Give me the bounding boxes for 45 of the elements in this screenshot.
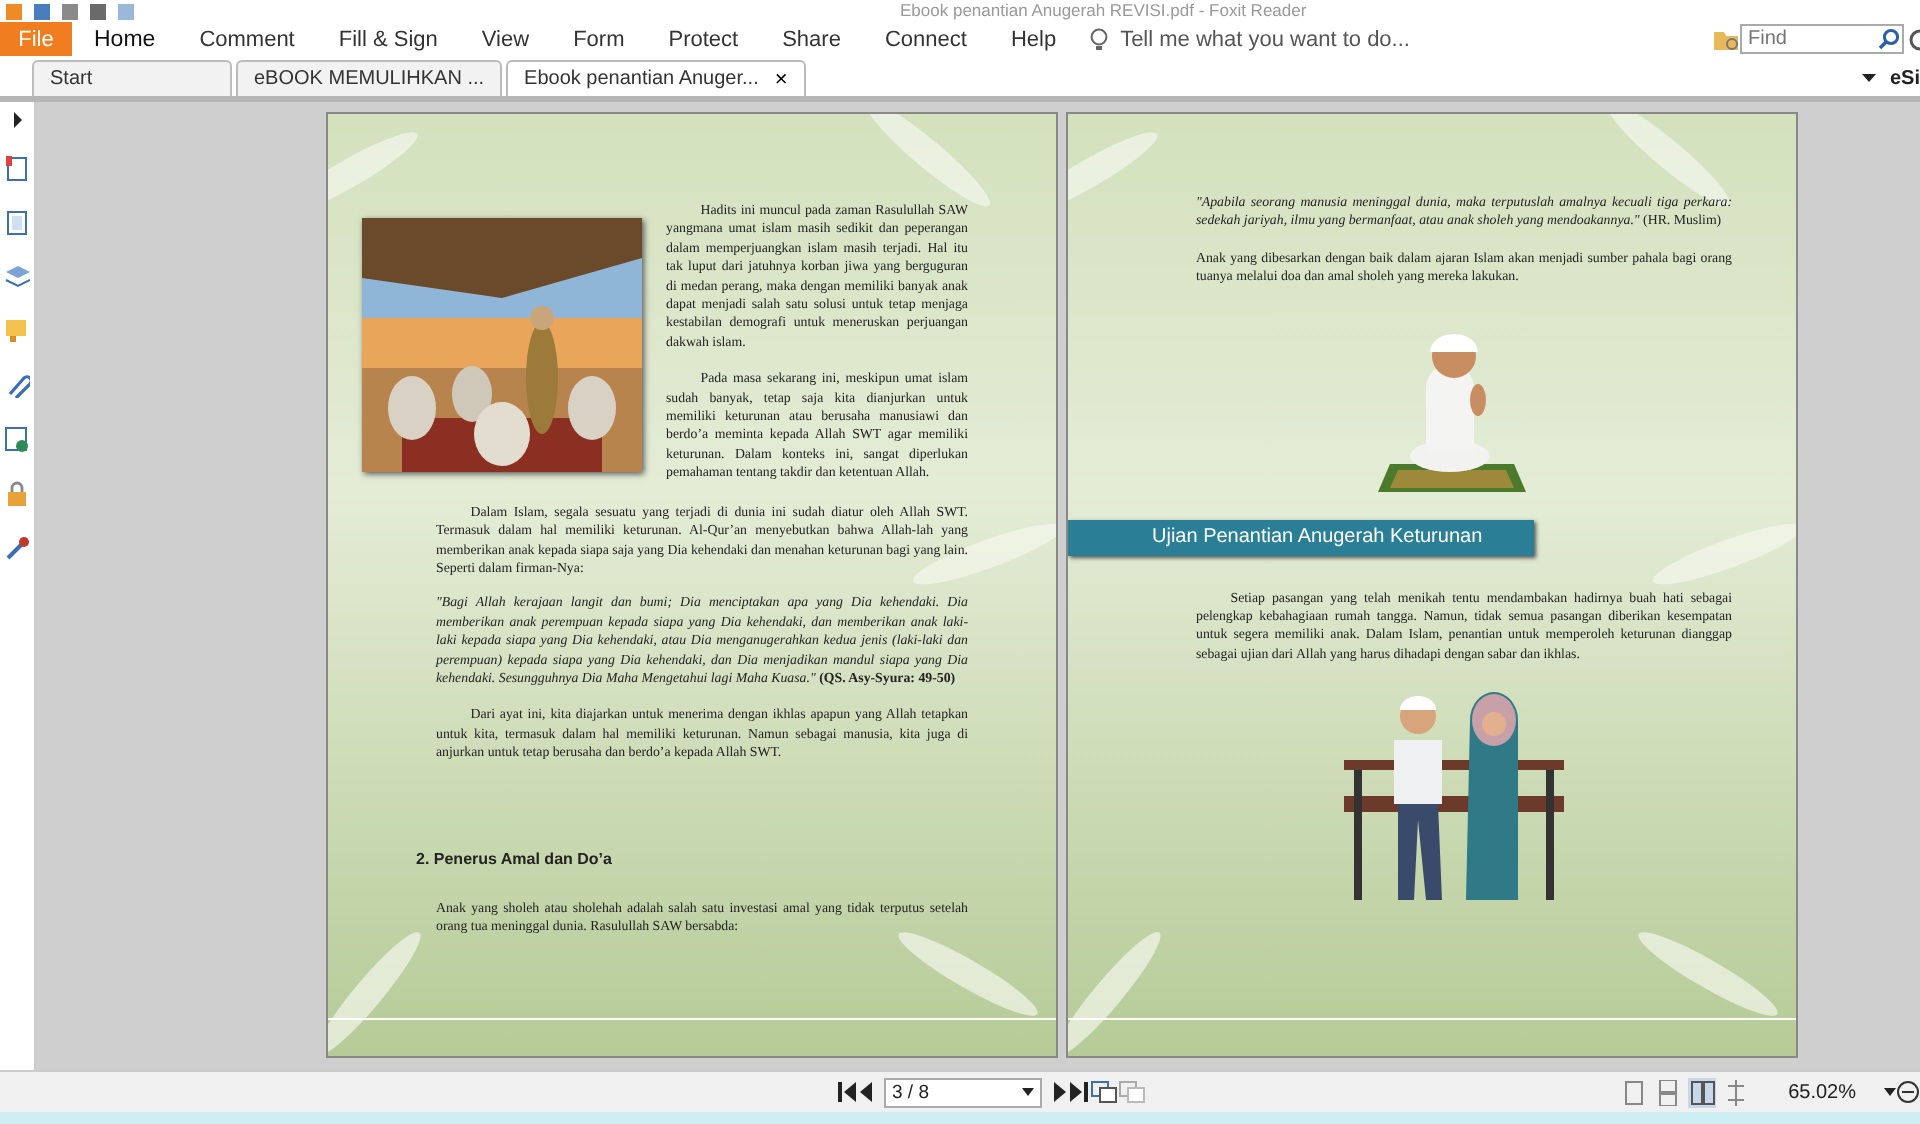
ribbon-tab[interactable]: Form xyxy=(551,22,647,56)
last-page-icon[interactable] xyxy=(1068,1082,1090,1102)
ribbon-tab[interactable]: Help xyxy=(988,22,1079,56)
ribbon-tab[interactable]: View xyxy=(459,22,552,56)
view-mode-button[interactable] xyxy=(1688,1077,1717,1107)
dropdown-icon[interactable] xyxy=(1861,72,1878,84)
section-heading: 2. Penerus Amal dan Do’a xyxy=(416,849,614,868)
next-page-icon[interactable] xyxy=(1050,1082,1068,1102)
settings-icon[interactable] xyxy=(1908,27,1920,51)
bookmark-icon[interactable] xyxy=(4,156,30,182)
view-mode-button[interactable] xyxy=(1654,1077,1683,1107)
ribbon-tab[interactable]: Share xyxy=(760,22,863,56)
tell-me-field[interactable]: Tell me what you want to do... xyxy=(1120,27,1410,51)
zoom-level[interactable]: 65.02% xyxy=(1788,1081,1856,1103)
ribbon-tab[interactable]: Connect xyxy=(862,22,989,56)
document-tab[interactable]: Start xyxy=(32,60,232,96)
tools-icon[interactable] xyxy=(4,534,30,560)
lightbulb-icon xyxy=(1090,27,1109,51)
expand-icon[interactable] xyxy=(11,112,23,128)
close-icon[interactable]: × xyxy=(774,67,788,91)
section-banner: Ujian Penantian Anugerah Keturunan xyxy=(1068,519,1534,556)
page-number-field[interactable]: 3 / 8 xyxy=(884,1077,1042,1107)
ribbon-tab[interactable]: Protect xyxy=(646,22,761,56)
dropdown-icon[interactable] xyxy=(1884,1088,1896,1096)
esign-tab[interactable]: eSi xyxy=(1889,67,1920,89)
search-field[interactable]: Find xyxy=(1740,24,1904,54)
window-title: Ebook penantian Anugerah REVISI.pdf - Foxit Reader xyxy=(900,0,1307,20)
previous-view-icon[interactable] xyxy=(1090,1080,1118,1104)
comment-icon[interactable] xyxy=(4,318,30,344)
first-page-icon[interactable] xyxy=(836,1082,858,1102)
previous-page-icon[interactable] xyxy=(858,1082,876,1102)
lock-icon[interactable] xyxy=(4,480,30,506)
ribbon-tab[interactable]: Fill & Sign xyxy=(316,22,460,56)
layers-icon[interactable] xyxy=(4,264,30,290)
document-tab[interactable]: eBOOK MEMULIHKAN ... xyxy=(236,60,503,96)
ribbon-tab[interactable]: Comment xyxy=(177,22,317,56)
document-tab[interactable]: Ebook penantian Anuger... × xyxy=(506,60,806,96)
folder-icon[interactable] xyxy=(1712,27,1740,51)
attachment-icon[interactable] xyxy=(4,372,30,398)
dropdown-icon xyxy=(1022,1088,1034,1096)
view-mode-button[interactable] xyxy=(1620,1077,1649,1107)
zoom-out-icon[interactable] xyxy=(1896,1080,1920,1104)
ribbon-tab[interactable]: Home xyxy=(72,22,178,56)
pages-icon[interactable] xyxy=(4,210,30,236)
signature-icon[interactable] xyxy=(4,426,30,452)
